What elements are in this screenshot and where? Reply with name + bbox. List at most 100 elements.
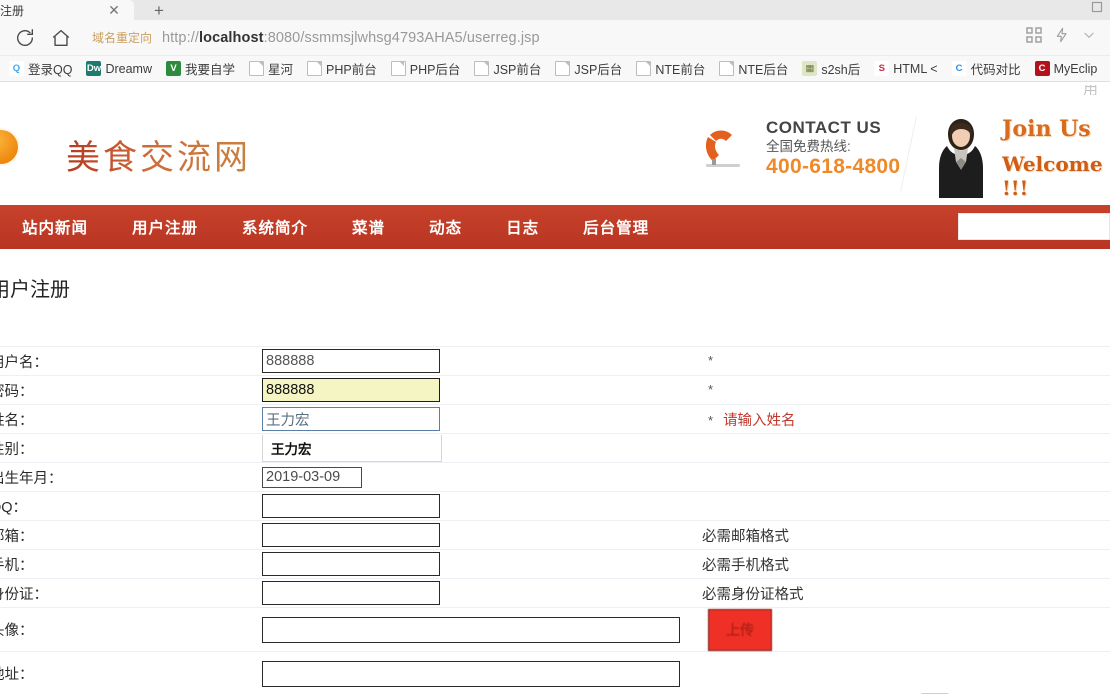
nav-item-4[interactable]: 菜谱 <box>330 216 407 238</box>
upload-button[interactable]: 上传 <box>708 608 772 651</box>
page-icon <box>390 61 406 76</box>
form-message-cell <box>702 462 1110 492</box>
form-message-cell <box>702 491 1110 521</box>
url-redirect-badge: 域名重定向 <box>92 31 153 45</box>
toolbar-actions <box>1026 27 1110 48</box>
nav-item-5[interactable]: 动态 <box>407 216 484 238</box>
input-11[interactable] <box>262 660 680 687</box>
form-row: 出生年月： <box>0 462 1110 492</box>
form-label: 地址： <box>0 651 262 694</box>
bookmark-item[interactable]: Dw Dreamw <box>79 57 159 81</box>
bookmark-label: 星河 <box>268 63 294 77</box>
validation-hint: 必需身份证格式 <box>702 586 804 603</box>
bookmark-item[interactable]: C MyEclip <box>1028 57 1105 81</box>
51zxw-icon: V <box>166 61 181 76</box>
lightning-icon[interactable] <box>1054 27 1070 48</box>
window-restore-icon[interactable] <box>1090 0 1104 19</box>
bookmark-item[interactable]: JSP后台 <box>548 57 629 81</box>
bookmark-item[interactable]: Q 登录QQ <box>2 57 79 81</box>
form-row: 性别：王力宏 <box>0 433 1110 463</box>
bookmark-item[interactable]: ▦ s2sh后 <box>795 57 867 81</box>
window-controls <box>1090 0 1104 19</box>
header-divider <box>900 116 917 192</box>
input-7[interactable] <box>262 523 440 547</box>
input-8[interactable] <box>262 552 440 576</box>
bookmark-item[interactable]: V 我要自学 <box>159 57 242 81</box>
form-field-cell <box>262 549 702 579</box>
bookmark-label: MyEclip <box>1053 61 1098 76</box>
input-9[interactable] <box>262 581 440 605</box>
bookmark-label: NTE前台 <box>655 63 706 77</box>
qr-code-icon[interactable] <box>1026 27 1042 48</box>
page-title: 用户注册 <box>0 279 70 301</box>
bookmark-item[interactable]: C 代码对比 <box>945 57 1028 81</box>
bookmarks-bar: Q 登录QQ Dw Dreamw V 我要自学 星河 PHP前台 PHP后台 JSP前台 JSP后台… <box>0 56 1110 82</box>
close-icon[interactable]: ✕ <box>106 2 122 18</box>
validation-hint: 必需手机格式 <box>702 557 789 574</box>
form-message-cell: 必需身份证格式 <box>702 578 1110 608</box>
bookmark-item[interactable]: PHP后台 <box>384 57 468 81</box>
form-message-cell: 必需手机格式 <box>702 549 1110 579</box>
bookmark-item[interactable]: NTE前台 <box>629 57 712 81</box>
input-5[interactable] <box>262 466 362 488</box>
bookmark-item[interactable]: 星河 <box>242 57 300 81</box>
bookmark-label: 代码对比 <box>970 63 1021 77</box>
page-icon <box>249 61 265 76</box>
form-field-cell <box>262 578 702 608</box>
page-top-clip: 用 <box>0 85 1110 102</box>
form-label: 邮箱： <box>0 520 262 550</box>
tab-title: 注册 <box>0 3 25 18</box>
form-label: 用户名： <box>0 346 262 376</box>
chevron-down-icon[interactable] <box>1082 28 1096 47</box>
nav-item-3[interactable]: 系统简介 <box>220 216 330 238</box>
validation-error: 请输入姓名 <box>723 412 796 429</box>
bookmark-label: 登录QQ <box>28 63 73 77</box>
autocomplete-suggestion[interactable]: 王力宏 <box>262 434 442 462</box>
nav-item-1[interactable]: 站内新闻 <box>0 216 110 238</box>
nav-item-6[interactable]: 日志 <box>484 216 561 238</box>
clipped-text: 用 <box>1082 85 1098 95</box>
bookmark-item[interactable]: NTE后台 <box>712 57 795 81</box>
nav-item-7[interactable]: 后台管理 <box>561 216 671 238</box>
input-10[interactable] <box>262 616 680 643</box>
form-field-cell <box>262 607 702 652</box>
bookmark-item[interactable]: ✿DW8常 <box>1104 57 1110 81</box>
page-icon <box>719 61 735 76</box>
reload-icon[interactable] <box>10 23 40 53</box>
bookmark-item[interactable]: S HTML < <box>867 57 944 81</box>
contact-title: CONTACT US <box>766 118 882 137</box>
form-row: 邮箱： 必需邮箱格式 <box>0 520 1110 550</box>
form-field-cell <box>262 520 702 550</box>
qq-icon: Q <box>9 61 24 76</box>
bookmark-label: NTE后台 <box>738 63 789 77</box>
required-marker: * <box>708 382 714 397</box>
input-2[interactable] <box>262 378 440 402</box>
nav-item-2[interactable]: 用户注册 <box>110 216 220 238</box>
url-text: http://localhost:8080/ssmmsjlwhsg4793AHA… <box>162 29 540 46</box>
form-field-cell <box>262 651 702 694</box>
myeclipse-icon: C <box>1034 61 1050 76</box>
nav-search-input[interactable] <box>958 213 1110 240</box>
page-icon <box>636 61 652 76</box>
form-field-cell <box>262 404 702 434</box>
logo-icon <box>0 130 18 164</box>
input-3[interactable] <box>262 407 440 431</box>
input-1[interactable] <box>262 349 440 373</box>
bookmark-item[interactable]: JSP前台 <box>467 57 548 81</box>
join-us-line2: Welcome !!! <box>1002 152 1103 200</box>
bookmark-label: PHP前台 <box>326 63 377 77</box>
input-6[interactable] <box>262 494 440 518</box>
form-label: 手机： <box>0 549 262 579</box>
bookmark-item[interactable]: PHP前台 <box>300 57 384 81</box>
navigation-buttons <box>0 23 76 53</box>
main-navigation: 站内新闻 用户注册 系统简介 菜谱 动态 日志 后台管理 <box>0 205 1110 252</box>
form-message-cell: 上传 <box>702 607 1110 652</box>
home-icon[interactable] <box>46 23 76 53</box>
browser-tab[interactable]: 注册 ✕ <box>0 0 134 20</box>
new-tab-button[interactable]: + <box>148 2 170 20</box>
required-marker: * <box>708 353 714 368</box>
browser-window: 注册 ✕ + 域名重定向 http://localhost:8080/ssmms… <box>0 0 1110 694</box>
form-row: 地址： <box>0 651 1110 694</box>
tab-strip: 注册 ✕ + <box>0 0 1110 20</box>
address-bar[interactable]: 域名重定向 http://localhost:8080/ssmmsjlwhsg4… <box>92 23 1026 53</box>
